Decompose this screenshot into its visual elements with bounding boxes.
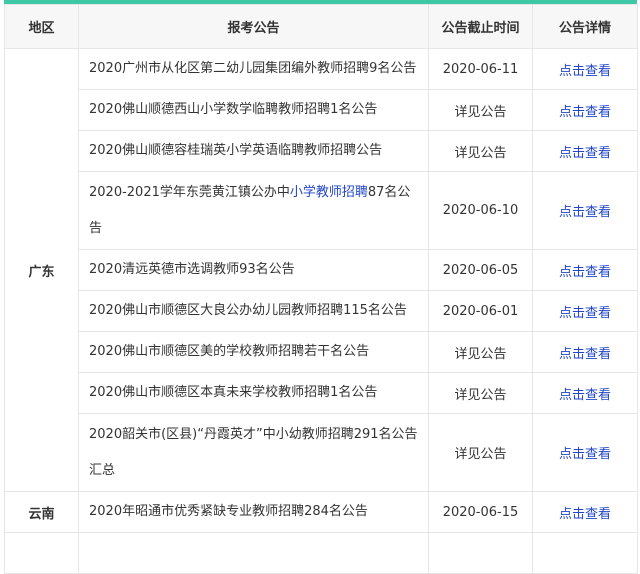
detail-link[interactable]: 点击查看 — [532, 491, 638, 533]
region-cell: 广东 — [4, 48, 79, 492]
table-row: 2020佛山顺德容桂瑞英小学英语临聘教师招聘公告 详见公告 点击查看 — [5, 130, 638, 172]
announcement-title: 2020佛山市顺德区大良公办幼儿园教师招聘115名公告 — [78, 290, 429, 332]
deadline-cell: 2020-06-01 — [428, 290, 533, 332]
announcement-title: 2020佛山市顺德区美的学校教师招聘若干名公告 — [78, 331, 429, 373]
detail-link[interactable]: 点击查看 — [532, 89, 638, 131]
keyword-link[interactable]: 小学教师招聘 — [290, 185, 368, 200]
table-row: 云南 2020年昭通市优秀紧缺专业教师招聘284名公告 2020-06-15 点… — [4, 491, 638, 533]
detail-link[interactable]: 点击查看 — [532, 130, 638, 172]
detail-link[interactable]: 点击查看 — [532, 413, 638, 492]
deadline-cell: 详见公告 — [428, 331, 533, 373]
recruitment-table: 地区 报考公告 公告截止时间 公告详情 广东 2020广州市从化区第二幼儿园集团… — [4, 4, 638, 574]
table-row: 2020清远英德市选调教师93名公告 2020-06-05 点击查看 — [5, 249, 638, 291]
announcement-title: 2020清远英德市选调教师93名公告 — [78, 249, 429, 291]
table-row: 2020佛山市顺德区大良公办幼儿园教师招聘115名公告 2020-06-01 点… — [5, 290, 638, 332]
announcement-title: 2020广州市从化区第二幼儿园集团编外教师招聘9名公告 — [78, 48, 429, 90]
announcement-title: 2020年昭通市优秀紧缺专业教师招聘284名公告 — [78, 491, 429, 533]
deadline-cell: 2020-06-05 — [428, 249, 533, 291]
table-row: 2020佛山顺德西山小学数学临聘教师招聘1名公告 详见公告 点击查看 — [5, 89, 638, 131]
header-region: 地区 — [4, 4, 79, 49]
empty-cell — [428, 532, 533, 574]
detail-link[interactable]: 点击查看 — [532, 290, 638, 332]
deadline-cell: 详见公告 — [428, 413, 533, 492]
detail-link[interactable]: 点击查看 — [532, 249, 638, 291]
table-header-row: 地区 报考公告 公告截止时间 公告详情 — [4, 4, 638, 49]
empty-cell — [78, 532, 429, 574]
deadline-cell: 详见公告 — [428, 89, 533, 131]
detail-link[interactable]: 点击查看 — [532, 331, 638, 373]
announcement-title: 2020韶关市(区县)“丹霞英才”中小幼教师招聘291名公告汇总 — [78, 413, 429, 492]
table-row: 2020佛山市顺德区美的学校教师招聘若干名公告 详见公告 点击查看 — [5, 331, 638, 373]
empty-cell — [532, 532, 638, 574]
empty-cell — [4, 532, 79, 574]
deadline-cell: 2020-06-11 — [428, 48, 533, 90]
announcement-title: 2020-2021学年东莞黄江镇公办中小学教师招聘87名公告 — [78, 171, 429, 250]
deadline-cell: 详见公告 — [428, 130, 533, 172]
region-cell: 云南 — [4, 491, 79, 533]
table-row: 广东 2020广州市从化区第二幼儿园集团编外教师招聘9名公告 2020-06-1… — [4, 48, 638, 492]
header-announcement: 报考公告 — [78, 4, 429, 49]
header-detail: 公告详情 — [532, 4, 638, 49]
deadline-cell: 详见公告 — [428, 372, 533, 414]
deadline-cell: 2020-06-15 — [428, 491, 533, 533]
table-row: 2020韶关市(区县)“丹霞英才”中小幼教师招聘291名公告汇总 详见公告 点击… — [5, 413, 638, 492]
title-text: 2020-2021学年东莞黄江镇公办中 — [89, 184, 290, 200]
announcement-title: 2020佛山顺德容桂瑞英小学英语临聘教师招聘公告 — [78, 130, 429, 172]
detail-link[interactable]: 点击查看 — [532, 372, 638, 414]
announcement-title: 2020佛山市顺德区本真未来学校教师招聘1名公告 — [78, 372, 429, 414]
table-row: 2020佛山市顺德区本真未来学校教师招聘1名公告 详见公告 点击查看 — [5, 372, 638, 414]
announcement-title: 2020佛山顺德西山小学数学临聘教师招聘1名公告 — [78, 89, 429, 131]
detail-link[interactable]: 点击查看 — [532, 171, 638, 250]
table-row — [4, 532, 638, 574]
deadline-cell: 2020-06-10 — [428, 171, 533, 250]
table-row: 2020-2021学年东莞黄江镇公办中小学教师招聘87名公告 2020-06-1… — [5, 171, 638, 250]
header-deadline: 公告截止时间 — [428, 4, 533, 49]
detail-link[interactable]: 点击查看 — [532, 48, 638, 90]
